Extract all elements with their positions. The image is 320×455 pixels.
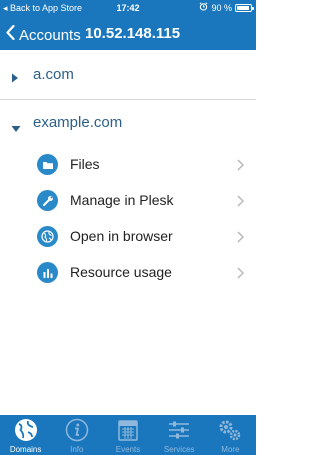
chevron-right-icon	[237, 230, 245, 248]
tab-services[interactable]: Services	[154, 415, 205, 455]
action-open-in-browser[interactable]: Open in browser	[0, 219, 256, 255]
back-button[interactable]: Accounts	[6, 24, 81, 45]
bar-chart-icon	[37, 262, 58, 283]
domain-row-a-com[interactable]: a.com	[0, 52, 256, 100]
status-bar: ◂ Back to App Store 17:42 90 %	[0, 0, 256, 16]
calendar-icon	[116, 418, 140, 447]
chevron-right-icon	[237, 158, 245, 176]
action-label: Resource usage	[70, 264, 172, 280]
action-files[interactable]: Files	[0, 147, 256, 183]
tab-bar: Domains Info Events Services More	[0, 415, 256, 455]
info-icon	[65, 418, 89, 447]
caret-right-icon	[11, 70, 19, 88]
caret-down-icon	[11, 120, 21, 138]
battery-level	[237, 5, 249, 10]
chevron-right-icon	[237, 266, 245, 284]
tab-domains[interactable]: Domains	[0, 415, 51, 455]
tab-more[interactable]: More	[205, 415, 256, 455]
status-right: 90 %	[199, 2, 254, 13]
domain-list: a.com example.com Files Manage in Plesk …	[0, 50, 256, 415]
alarm-icon	[199, 2, 208, 13]
action-manage-in-plesk[interactable]: Manage in Plesk	[0, 183, 256, 219]
sliders-icon	[167, 418, 191, 447]
tab-events[interactable]: Events	[102, 415, 153, 455]
action-resource-usage[interactable]: Resource usage	[0, 255, 256, 291]
tab-label: Services	[163, 445, 195, 454]
tab-label: Events	[115, 445, 141, 454]
action-label: Manage in Plesk	[70, 192, 174, 208]
battery-icon	[235, 3, 254, 12]
globe-icon	[37, 226, 58, 247]
action-label: Open in browser	[70, 228, 173, 244]
page-title: 10.52.148.115	[85, 25, 181, 42]
tab-label: Info	[70, 445, 84, 454]
domain-row-example-com[interactable]: example.com	[0, 100, 256, 148]
tab-info[interactable]: Info	[51, 415, 102, 455]
globe-icon	[14, 418, 38, 447]
battery-percent: 90 %	[211, 2, 232, 13]
tab-label: More	[221, 445, 240, 454]
tab-label: Domains	[9, 445, 42, 454]
chevron-right-icon	[237, 194, 245, 212]
wrench-icon	[37, 190, 58, 211]
action-label: Files	[70, 156, 100, 172]
domain-name: example.com	[33, 114, 123, 131]
domain-name: a.com	[33, 66, 74, 83]
gears-icon	[217, 418, 243, 447]
back-button-label: Accounts	[19, 26, 81, 44]
folder-icon	[37, 154, 58, 175]
navigation-bar: Accounts 10.52.148.115	[0, 16, 256, 50]
chevron-left-icon	[6, 24, 15, 45]
